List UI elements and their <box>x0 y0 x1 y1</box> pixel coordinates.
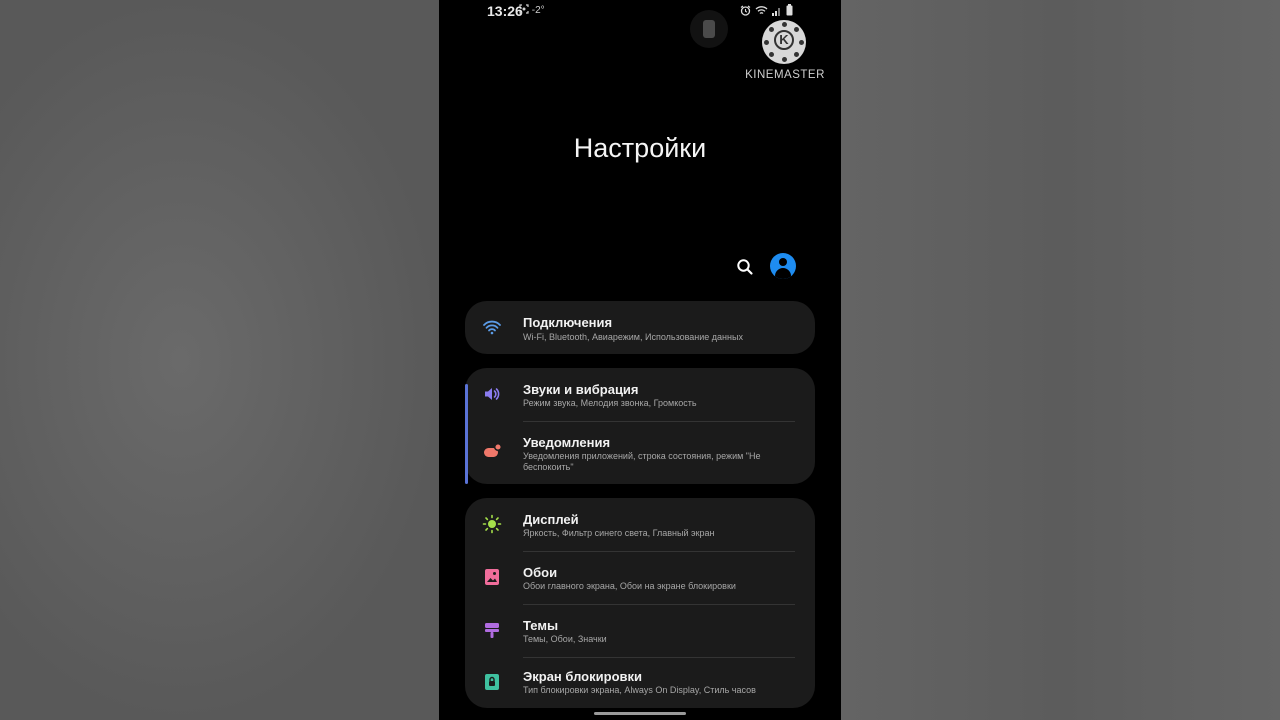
item-title: Уведомления <box>523 435 611 450</box>
settings-item-lock-screen[interactable]: Экран блокировки Тип блокировки экрана, … <box>465 658 815 708</box>
settings-item-themes[interactable]: Темы Темы, Обои, Значки <box>465 605 815 657</box>
settings-item-connections[interactable]: Подключения Wi-Fi, Bluetooth, Авиарежим,… <box>465 301 815 354</box>
blurred-background-right <box>841 0 1280 720</box>
item-subtitle: Темы, Обои, Значки <box>523 634 607 644</box>
screenshot-icon <box>519 4 529 14</box>
account-icon <box>779 258 787 266</box>
page-title: Настройки <box>573 133 707 163</box>
phone-screen: 13:26 -2° K KINEMASTER Настройки Подключ… <box>439 0 841 720</box>
settings-item-notifications[interactable]: Уведомления Уведомления приложений, стро… <box>465 422 815 484</box>
item-title: Экран блокировки <box>523 669 642 684</box>
kinemaster-watermark: K KINEMASTER <box>742 20 828 86</box>
battery-icon <box>786 4 793 19</box>
search-button[interactable] <box>735 257 755 277</box>
item-subtitle: Яркость, Фильтр синего света, Главный эк… <box>523 528 715 538</box>
status-time: 13:26 <box>487 3 523 19</box>
brightness-icon <box>482 514 502 534</box>
settings-item-sounds[interactable]: Звуки и вибрация Режим звука, Мелодия зв… <box>465 368 815 421</box>
temperature-text: -2° <box>531 5 545 16</box>
item-subtitle: Обои главного экрана, Обои на экране бло… <box>523 581 736 591</box>
settings-group-display: Дисплей Яркость, Фильтр синего света, Гл… <box>465 498 815 708</box>
item-title: Дисплей <box>523 512 579 527</box>
item-subtitle: Wi-Fi, Bluetooth, Авиарежим, Использован… <box>523 332 743 342</box>
item-title: Подключения <box>523 315 613 330</box>
item-subtitle: Уведомления приложений, строка состояния… <box>523 451 761 472</box>
item-title: Темы <box>523 618 559 633</box>
kinemaster-logo-icon: K <box>762 20 806 64</box>
status-extra: -2° <box>519 4 545 16</box>
floating-camera-button[interactable] <box>690 10 728 48</box>
volume-icon <box>482 384 502 404</box>
kinemaster-text: KINEMASTER <box>745 69 825 81</box>
settings-group-connections: Подключения Wi-Fi, Bluetooth, Авиарежим,… <box>465 301 815 354</box>
settings-item-wallpaper[interactable]: Обои Обои главного экрана, Обои на экран… <box>465 552 815 604</box>
wifi-status-icon <box>755 4 768 19</box>
status-icons <box>740 4 796 16</box>
status-bar: 13:26 -2° <box>439 0 841 22</box>
navigation-handle[interactable] <box>594 712 686 715</box>
item-title: Звуки и вибрация <box>523 382 639 397</box>
themes-icon <box>482 620 502 640</box>
settings-item-display[interactable]: Дисплей Яркость, Фильтр синего света, Гл… <box>465 498 815 551</box>
account-button[interactable] <box>770 253 796 279</box>
notification-icon <box>482 442 503 462</box>
wifi-icon <box>482 317 502 337</box>
signal-icon <box>772 4 782 19</box>
item-subtitle: Тип блокировки экрана, Always On Display… <box>523 685 756 695</box>
search-icon <box>737 259 753 275</box>
lock-icon <box>482 672 502 692</box>
wallpaper-icon <box>482 567 502 587</box>
settings-group-sound: Звуки и вибрация Режим звука, Мелодия зв… <box>465 368 815 484</box>
alarm-icon <box>740 4 751 19</box>
item-title: Обои <box>523 565 558 580</box>
item-subtitle: Режим звука, Мелодия звонка, Громкость <box>523 398 697 408</box>
